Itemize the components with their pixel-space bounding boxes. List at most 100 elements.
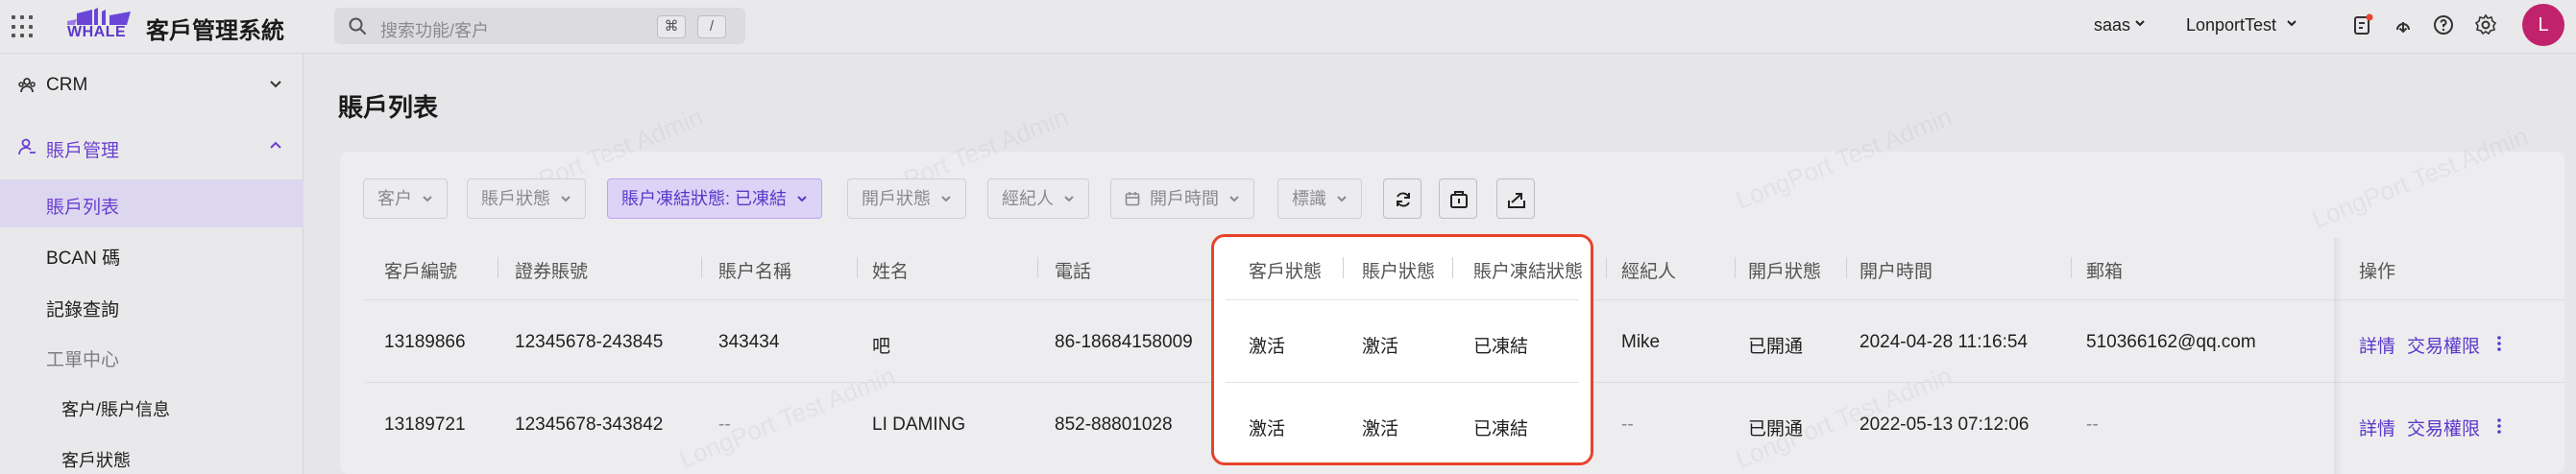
header-customer-status: 客戶狀態 [1249, 262, 1323, 282]
sidebar-label-customer-status: 客戶狀態 [61, 451, 131, 470]
detail-link[interactable]: 詳情 [2359, 415, 2395, 440]
filter-tags-label: 標識 [1292, 189, 1326, 208]
sidebar-label-customer-info: 客户/賬户信息 [61, 400, 171, 419]
top-bar: WHALE 客戶管理系統 搜索功能/客户 ⌘ / saas LonportTes… [0, 0, 2576, 54]
column-divider [1343, 257, 1344, 278]
filter-tags[interactable]: 標識 [1277, 178, 1362, 219]
sidebar-item-records[interactable]: 記錄查詢 [0, 282, 304, 330]
row-divider [1226, 382, 1579, 383]
export-button[interactable] [1496, 178, 1535, 219]
cell-account-status: 激活 [1362, 337, 1399, 357]
filter-open-time-label: 開戶時間 [1150, 189, 1219, 208]
header-freeze-status: 賬户凍結狀態 [1473, 262, 1584, 282]
sidebar-label-account-list: 賬戶列表 [46, 198, 120, 218]
refresh-icon [1397, 192, 1410, 207]
filter-account-status-label: 賬戶狀態 [481, 189, 550, 208]
header-customer-no: 客戶編號 [384, 262, 458, 282]
cell-open-status: 已開通 [1748, 337, 1804, 357]
detail-link[interactable]: 詳情 [2359, 332, 2395, 358]
env-select-label: saas [2094, 15, 2131, 35]
trade-permission-link[interactable]: 交易權限 [2407, 415, 2480, 440]
chevron-down-icon [1064, 196, 1074, 202]
column-settings-icon [1450, 191, 1468, 208]
column-divider [701, 257, 702, 278]
header-email: 郵箱 [2086, 262, 2124, 282]
sidebar-label-ticket-center: 工單中心 [46, 350, 120, 370]
sidebar-item-bcan[interactable]: BCAN 碼 [0, 230, 304, 278]
sidebar-item-account-mgmt[interactable]: 賬戶管理 [0, 123, 304, 171]
header-phone: 電話 [1055, 262, 1092, 282]
column-divider [1452, 257, 1453, 278]
notification-task-icon[interactable] [2351, 13, 2374, 36]
search-box[interactable]: 搜索功能/客户 ⌘ / [334, 8, 745, 44]
cell-open-status: 已開通 [1748, 419, 1804, 439]
chevron-down-icon [2135, 20, 2145, 27]
column-settings-button[interactable] [1439, 178, 1477, 219]
header-name: 姓名 [872, 262, 910, 282]
cell-phone: 852-88801028 [1055, 415, 1173, 435]
cell-email: -- [2086, 415, 2099, 435]
org-select-label: LonportTest [2186, 15, 2277, 35]
refresh-button[interactable] [1383, 178, 1422, 219]
env-select[interactable]: saas [2094, 15, 2146, 36]
user-account-icon [18, 138, 36, 155]
cell-email: 510366162@qq.com [2086, 332, 2256, 352]
sidebar-item-account-list[interactable]: 賬戶列表 [0, 179, 304, 227]
search-placeholder: 搜索功能/客户 [380, 21, 490, 40]
filter-freeze-status[interactable]: 賬户凍結狀態: 已凍結 [607, 178, 823, 219]
help-icon[interactable] [2432, 13, 2455, 36]
filter-customer[interactable]: 客户 [363, 178, 448, 219]
logo-text: WHALE [67, 24, 127, 40]
cell-open-time: 2022-05-13 07:12:06 [1859, 415, 2029, 435]
download-icon[interactable] [2392, 13, 2415, 36]
column-divider [1735, 257, 1736, 278]
row-divider [1226, 299, 1579, 300]
filter-open-time[interactable]: 開戶時間 [1110, 178, 1254, 219]
cell-customer-no: 13189866 [384, 332, 466, 352]
sticky-column-shadow [2334, 238, 2342, 474]
column-divider [1606, 257, 1607, 278]
more-options-icon[interactable] [2495, 416, 2503, 436]
cell-account-name: -- [718, 415, 731, 435]
cell-customer-status: 激活 [1249, 337, 1286, 357]
cell-broker: -- [1621, 415, 1634, 435]
column-divider [857, 257, 858, 278]
trade-permission-link[interactable]: 交易權限 [2407, 332, 2480, 358]
chevron-down-icon [941, 196, 951, 202]
header-securities-account: 證券賬號 [515, 262, 589, 282]
cell-open-time: 2024-04-28 11:16:54 [1859, 332, 2029, 352]
header-open-time: 開户時間 [1859, 262, 1933, 282]
sidebar-item-customer-info[interactable]: 客户/賬户信息 [0, 383, 304, 431]
filter-freeze-status-label: 賬户凍結狀態: 已凍結 [621, 189, 788, 208]
sidebar-item-crm[interactable]: CRM [0, 61, 304, 109]
filter-open-status[interactable]: 開戶狀態 [847, 178, 966, 219]
sidebar-label-crm: CRM [46, 75, 88, 95]
apps-grid-icon[interactable] [12, 15, 35, 38]
chevron-down-icon [561, 196, 571, 202]
sidebar-label-bcan: BCAN 碼 [46, 249, 121, 269]
export-icon [1508, 193, 1525, 208]
cell-customer-no: 13189721 [384, 415, 466, 435]
cell-phone: 86-18684158009 [1055, 332, 1193, 352]
cell-account-name: 343434 [718, 332, 780, 352]
calendar-icon [1125, 192, 1140, 206]
header-account-name: 賬户名稱 [718, 262, 792, 282]
sidebar-item-customer-status[interactable]: 客戶狀態 [0, 434, 304, 474]
sidebar-label-records: 記錄查詢 [46, 300, 120, 320]
page-title: 賬戶列表 [338, 93, 439, 122]
shortcut-slash-key: / [697, 15, 726, 38]
more-options-icon[interactable] [2495, 334, 2503, 353]
column-divider [1037, 257, 1038, 278]
header-broker: 經紀人 [1621, 262, 1677, 282]
user-avatar[interactable]: L [2522, 4, 2564, 46]
crm-icon [18, 78, 36, 93]
org-select[interactable]: LonportTest [2186, 15, 2297, 36]
filter-broker[interactable]: 經紀人 [987, 178, 1089, 219]
sidebar-item-ticket-center[interactable]: 工單中心 [0, 332, 304, 380]
filter-account-status[interactable]: 賬戶狀態 [467, 178, 586, 219]
settings-gear-icon[interactable] [2474, 13, 2497, 36]
filter-broker-label: 經紀人 [1002, 189, 1054, 208]
filter-customer-label: 客户 [377, 189, 412, 208]
header-actions: 操作 [2359, 262, 2396, 282]
cell-name: LI DAMING [872, 415, 966, 435]
